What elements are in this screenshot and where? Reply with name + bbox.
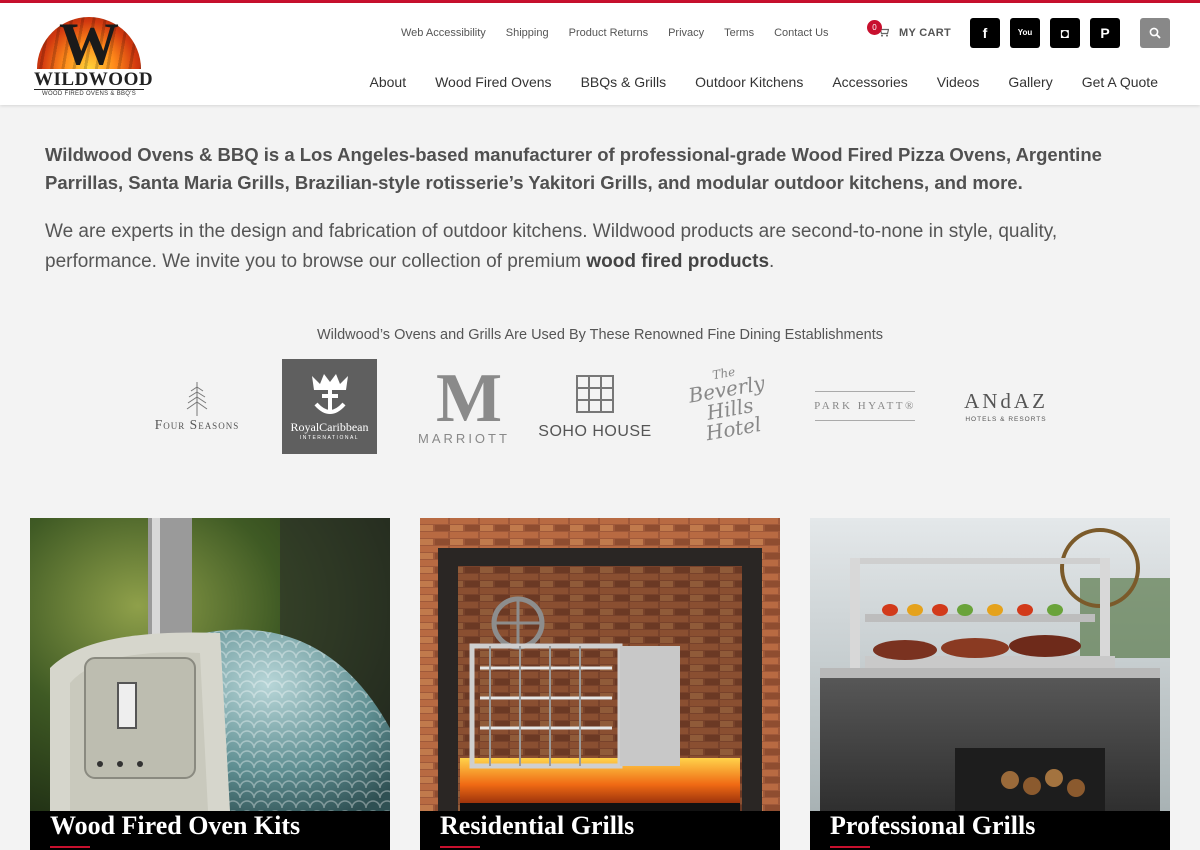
park-hyatt-rule-top [815, 391, 915, 392]
intro-body: We are experts in the design and fabrica… [45, 217, 1155, 277]
card-caption: Wood Fired Oven Kits [30, 811, 390, 850]
card-residential-grills[interactable]: Residential Grills [420, 518, 780, 850]
search-button[interactable] [1140, 18, 1170, 48]
establishments-heading: Wildwood’s Ovens and Grills Are Used By … [316, 327, 884, 343]
card-professional-grills[interactable]: Professional Grills [810, 518, 1170, 850]
marriott-name: MARRIOTT [418, 430, 510, 446]
royal-caribbean-logo: RoyalCaribbean INTERNATIONAL [282, 359, 377, 454]
main-nav: About Wood Fired Ovens BBQs & Grills Out… [355, 65, 1172, 99]
andaz-logo: ANdAZ HOTELS & RESORTS [950, 385, 1062, 427]
intro-lead: Wildwood Ovens & BBQ is a Los Angeles-ba… [45, 144, 1102, 193]
card-accent-rule [440, 846, 480, 848]
beverly-hills-text: The Beverly Hills Hotel [673, 359, 786, 448]
facebook-glyph: f [982, 25, 988, 41]
intro-body-end: . [769, 251, 775, 272]
nav-bbqs-grills[interactable]: BBQs & Grills [566, 74, 681, 90]
terms-link[interactable]: Terms [724, 27, 754, 39]
shipping-link[interactable]: Shipping [506, 27, 549, 39]
wildwood-logo[interactable]: W WILDWOOD WOOD FIRED OVENS & BBQ'S [34, 11, 154, 99]
web-accessibility-link[interactable]: Web Accessibility [401, 27, 486, 39]
pinterest-icon[interactable]: P [1090, 18, 1120, 48]
nav-accessories[interactable]: Accessories [818, 74, 922, 90]
instagram-glyph: ◘ [1060, 25, 1070, 41]
beverly-hills-hotel-logo: The Beverly Hills Hotel [678, 365, 780, 446]
logo-letter: W [59, 11, 119, 77]
card-caption: Professional Grills [810, 811, 1170, 850]
youtube-icon[interactable]: You [1010, 18, 1040, 48]
nav-videos[interactable]: Videos [922, 74, 994, 90]
professional-grill-image [810, 518, 1170, 811]
card-accent-rule [830, 846, 870, 848]
card-caption: Residential Grills [420, 811, 780, 850]
soho-house-name: SOHO HOUSE [538, 423, 652, 440]
soho-house-logo: SOHO HOUSE [538, 370, 652, 446]
andaz-name: ANdAZ [964, 389, 1048, 413]
residential-grill-image [420, 518, 780, 811]
oven-kit-image [30, 518, 390, 811]
marriott-logo: M MARRIOTT [405, 362, 523, 452]
nav-get-a-quote[interactable]: Get A Quote [1067, 74, 1172, 90]
four-seasons-name: Four Seasons [154, 417, 240, 432]
card-title: Professional Grills [830, 811, 1036, 840]
contact-us-link[interactable]: Contact Us [774, 27, 828, 39]
instagram-icon[interactable]: ◘ [1050, 18, 1080, 48]
site-header: W WILDWOOD WOOD FIRED OVENS & BBQ'S Web … [0, 3, 1200, 105]
intro-body-text: We are experts in the design and fabrica… [45, 221, 1058, 272]
nav-gallery[interactable]: Gallery [994, 74, 1067, 90]
cart-button[interactable]: 0 MY CART [866, 19, 951, 47]
logo-tagline: WOOD FIRED OVENS & BBQ'S [34, 89, 144, 97]
search-icon [1149, 27, 1161, 39]
royal-caribbean-name: RoyalCaribbean [290, 420, 369, 434]
andaz-sub: HOTELS & RESORTS [965, 416, 1047, 423]
crown-anchor-icon [311, 374, 348, 414]
park-hyatt-logo: PARK HYATT® [805, 385, 925, 427]
pinterest-glyph: P [1100, 25, 1110, 41]
soho-house-grid-icon [576, 375, 614, 413]
park-hyatt-name: PARK HYATT® [814, 400, 916, 412]
four-seasons-logo: Four Seasons [138, 378, 256, 436]
nav-outdoor-kitchens[interactable]: Outdoor Kitchens [681, 74, 818, 90]
card-accent-rule [50, 846, 90, 848]
nav-about[interactable]: About [355, 74, 421, 90]
logo-name: WILDWOOD [34, 69, 154, 90]
intro-section: Wildwood Ovens & BBQ is a Los Angeles-ba… [45, 141, 1155, 277]
privacy-link[interactable]: Privacy [668, 27, 704, 39]
park-hyatt-rule-bottom [815, 420, 915, 421]
four-seasons-tree-icon [186, 382, 208, 416]
royal-caribbean-sub: INTERNATIONAL [299, 435, 360, 441]
utility-nav: Web Accessibility Shipping Product Retur… [401, 23, 849, 43]
marriott-mark: M [435, 359, 502, 437]
nav-wood-fired-ovens[interactable]: Wood Fired Ovens [421, 74, 566, 90]
product-returns-link[interactable]: Product Returns [569, 27, 648, 39]
cart-label: MY CART [899, 27, 952, 39]
cart-count-badge: 0 [867, 20, 882, 35]
youtube-glyph: You [1017, 28, 1033, 37]
card-title: Residential Grills [440, 811, 635, 840]
card-title: Wood Fired Oven Kits [50, 811, 301, 840]
card-wood-fired-oven-kits[interactable]: Wood Fired Oven Kits [30, 518, 390, 850]
facebook-icon[interactable]: f [970, 18, 1000, 48]
wood-fired-products-link[interactable]: wood fired products [586, 251, 769, 272]
